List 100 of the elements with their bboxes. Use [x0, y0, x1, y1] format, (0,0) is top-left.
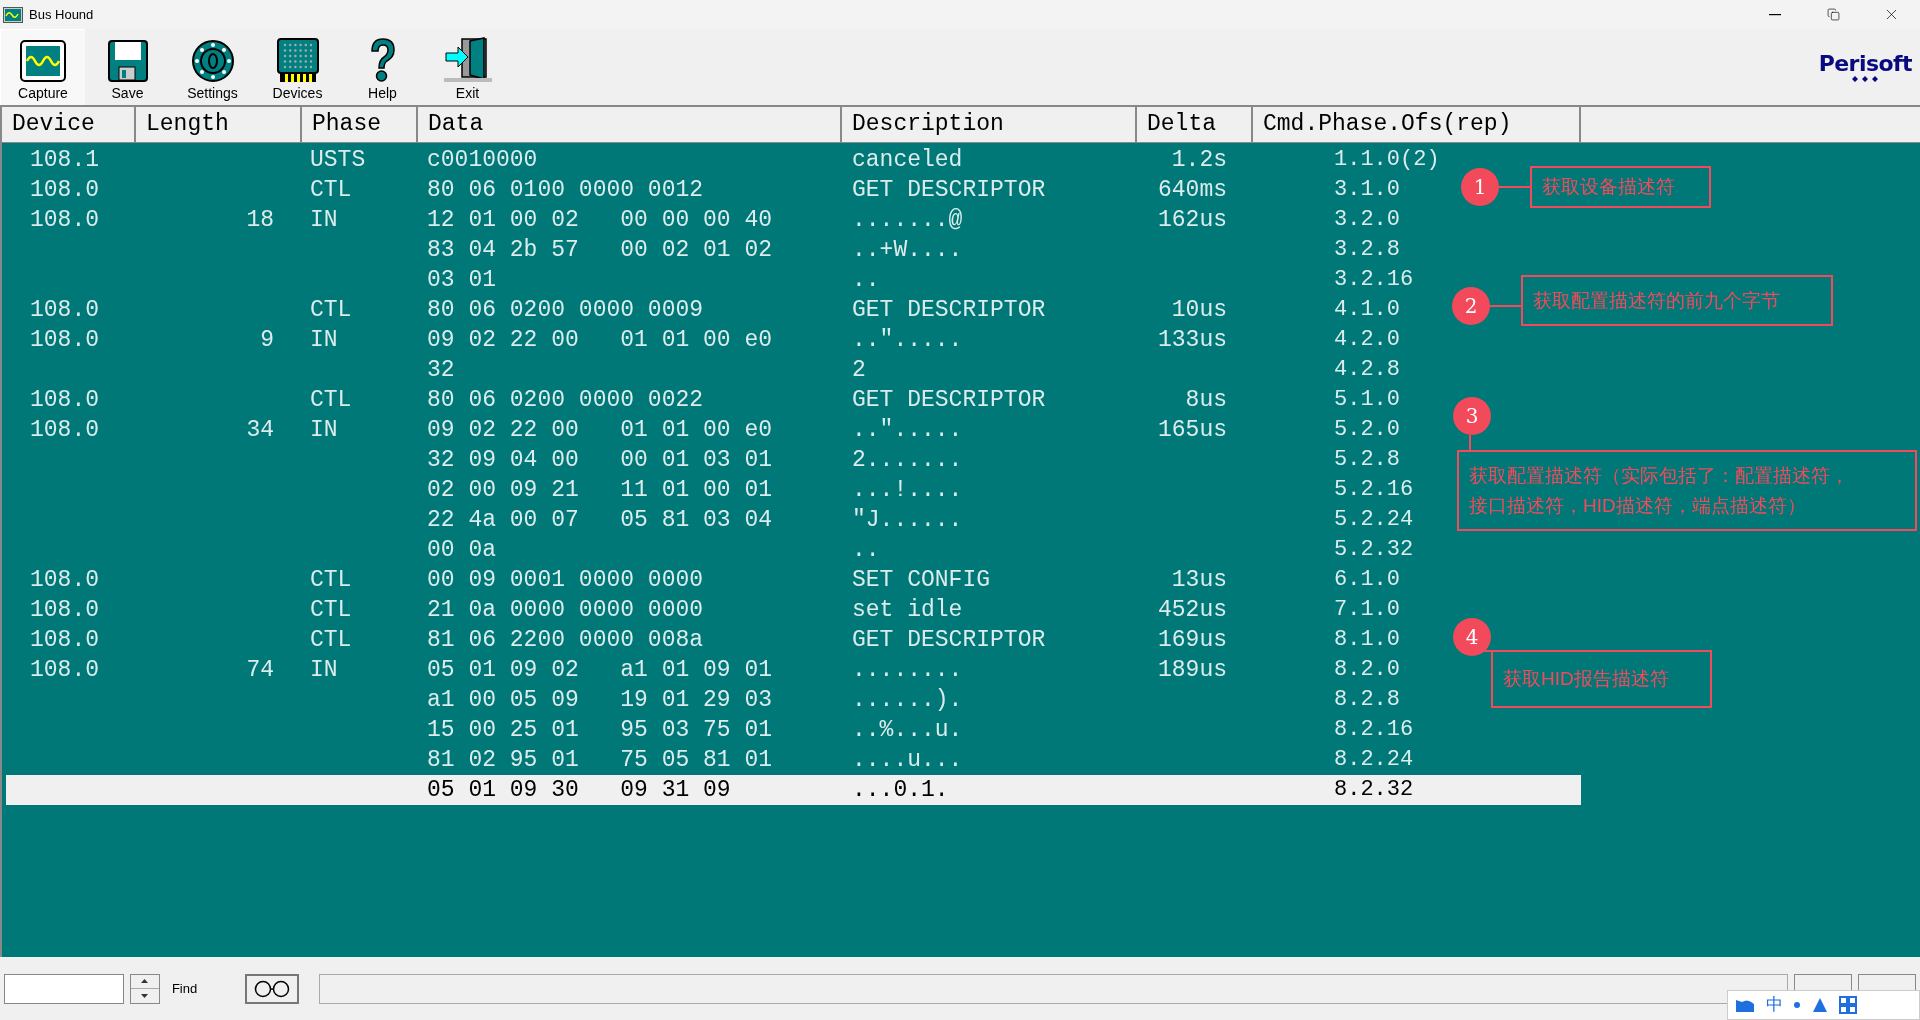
length-cell: 18: [246, 206, 274, 234]
find-field[interactable]: [4, 973, 124, 1004]
table-row[interactable]: 03 01 .. 3.2.16: [6, 265, 1446, 295]
description-cell: GET DESCRIPTOR: [852, 386, 1046, 414]
delta-cell: 169us: [1158, 626, 1227, 654]
command-phase-cell: 5.2.32: [1334, 536, 1414, 564]
delta-cell: 165us: [1158, 416, 1227, 444]
data-cell: 32: [427, 356, 455, 384]
table-row[interactable]: 32 09 04 00 00 01 03 01 2....... 5.2.8: [6, 445, 1446, 475]
table-row[interactable]: a1 00 05 09 19 01 29 03 ......). 8.2.8: [6, 685, 1446, 715]
data-cell: 83 04 2b 57 00 02 01 02: [427, 236, 773, 264]
length-cell: 74: [246, 656, 274, 684]
callout-label: 获取配置描述符的前九个字节: [1521, 275, 1833, 326]
data-cell: 03 01: [427, 266, 496, 294]
find-label: Find: [171, 979, 198, 998]
data-cell: 80 06 0200 0000 0022: [427, 386, 704, 414]
description-cell: GET DESCRIPTOR: [852, 176, 1046, 204]
description-cell: 2: [852, 356, 866, 384]
up-arrow-icon: [141, 979, 149, 984]
logo: Perisoft: [1818, 52, 1912, 76]
description-cell: canceled: [852, 146, 963, 174]
spinner-control[interactable]: [130, 973, 160, 1004]
description-cell: ..".....: [852, 416, 963, 444]
callout-number: 1: [1461, 168, 1499, 206]
table-row[interactable]: 108.0 34 IN 09 02 22 00 01 01 00 e0 .."..... 165us 5.2.0: [6, 415, 1446, 445]
phase-cell: CTL: [310, 626, 352, 654]
column-header[interactable]: Delta: [1137, 107, 1253, 142]
column-header[interactable]: Data: [418, 107, 842, 142]
toolbar-button[interactable]: Exit: [425, 29, 510, 105]
down-arrow-icon: [141, 993, 149, 998]
description-cell: ..: [852, 536, 880, 564]
selected-row[interactable]: 05 01 09 30 09 31 09 ...0.1. 8.2.32: [6, 775, 1581, 805]
command-phase-cell: 5.2.24: [1334, 506, 1414, 534]
phase-cell: IN: [310, 206, 338, 234]
delta-cell: 10us: [1171, 296, 1227, 324]
data-cell: 22 4a 00 07 05 81 03 04: [427, 506, 773, 534]
phase-cell: CTL: [310, 566, 352, 594]
callout-label: 获取配置描述符（实际包括了：配置描述符，接口描述符，HID描述符，端点描述符）: [1457, 450, 1917, 531]
device-cell: 108.0: [30, 626, 99, 654]
description-cell: ...0.1.: [852, 776, 949, 804]
ime-mode[interactable]: 中: [1766, 992, 1783, 1018]
table-row[interactable]: 15 00 25 01 95 03 75 01 ..%...u. 8.2.16: [6, 715, 1446, 745]
glasses-button[interactable]: [245, 973, 299, 1004]
column-header[interactable]: Description: [842, 107, 1137, 142]
table-row[interactable]: 108.0 CTL 80 06 0200 0000 0009 GET DESCRIPTOR 10us 4.1.0: [6, 295, 1446, 325]
device-cell: 108.0: [30, 416, 99, 444]
command-phase-cell: 4.2.8: [1334, 356, 1400, 384]
toolbar-button[interactable]: Devices: [255, 29, 340, 105]
exit-door-icon: [443, 37, 492, 83]
column-header[interactable]: Phase: [302, 107, 418, 142]
table-row[interactable]: 108.0 74 IN 05 01 09 02 a1 01 09 01 ........ 189us 8.2.0: [6, 655, 1446, 685]
window-title: Bus Hound: [29, 5, 94, 24]
leader-line: [1498, 186, 1531, 188]
table-row[interactable]: 108.0 CTL 81 06 2200 0000 008a GET DESCRIPTOR 169us 8.1.0: [6, 625, 1446, 655]
table-row[interactable]: 81 02 95 01 75 05 81 01 ....u... 8.2.24: [6, 745, 1446, 775]
column-header[interactable]: Length: [136, 107, 302, 142]
toolbar-button[interactable]: Capture: [0, 29, 85, 105]
table-row[interactable]: 83 04 2b 57 00 02 01 02 ..+W.... 3.2.8: [6, 235, 1446, 265]
table-row[interactable]: 108.0 CTL 21 0a 0000 0000 0000 set idle 452us 7.1.0: [6, 595, 1446, 625]
phase-cell: CTL: [310, 296, 352, 324]
app-icon: [3, 6, 23, 23]
command-phase-cell: 5.2.16: [1334, 476, 1414, 504]
description-cell: ......).: [852, 686, 963, 714]
delta-cell: 640ms: [1158, 176, 1227, 204]
table-row[interactable]: 32 2 4.2.8: [6, 355, 1446, 385]
table-row[interactable]: 22 4a 00 07 05 81 03 04 "J...... 5.2.24: [6, 505, 1446, 535]
data-cell: 05 01 09 02 a1 01 09 01: [427, 656, 773, 684]
grid-icon: [1839, 996, 1857, 1014]
toolbar-button[interactable]: Settings: [170, 29, 255, 105]
data-cell: 12 01 00 02 00 00 00 40: [427, 206, 773, 234]
command-phase-cell: 8.1.0: [1334, 626, 1400, 654]
minimize-icon: [1769, 13, 1781, 16]
table-row[interactable]: 108.0 CTL 00 09 0001 0000 0000 SET CONFIG 13us 6.1.0: [6, 565, 1446, 595]
column-header[interactable]: Cmd.Phase.Ofs(rep): [1253, 107, 1581, 142]
table-row[interactable]: 02 00 09 21 11 01 00 01 ...!.... 5.2.16: [6, 475, 1446, 505]
dial-icon: [190, 39, 235, 83]
table-row[interactable]: 108.0 CTL 80 06 0200 0000 0022 GET DESCRIPTOR 8us 5.1.0: [6, 385, 1446, 415]
table-row[interactable]: 00 0a .. 5.2.32: [6, 535, 1446, 565]
callout-number: 3: [1453, 397, 1491, 435]
data-cell: 80 06 0100 0000 0012: [427, 176, 704, 204]
toolbar-button[interactable]: Help: [340, 29, 425, 105]
description-cell: GET DESCRIPTOR: [852, 296, 1046, 324]
data-cell: 21 0a 0000 0000 0000: [427, 596, 704, 624]
table-row[interactable]: 108.0 CTL 80 06 0100 0000 0012 GET DESCRIPTOR 640ms 3.1.0: [6, 175, 1446, 205]
column-header[interactable]: Device: [2, 107, 136, 142]
table-row[interactable]: 108.1 USTS c0010000 canceled 1.2s 1.1.0(2): [6, 145, 1446, 175]
delta-cell: 452us: [1158, 596, 1227, 624]
command-phase-cell: 8.2.24: [1334, 746, 1414, 774]
delta-cell: 189us: [1158, 656, 1227, 684]
command-phase-cell: 6.1.0: [1334, 566, 1400, 594]
device-cell: 108.0: [30, 596, 99, 624]
glasses-icon: [253, 979, 292, 998]
toolbar-button[interactable]: Save: [85, 29, 170, 105]
data-cell: 15 00 25 01 95 03 75 01: [427, 716, 773, 744]
callout-number: 2: [1452, 287, 1490, 325]
delta-cell: 8us: [1185, 386, 1227, 414]
command-phase-cell: 3.1.0: [1334, 176, 1400, 204]
table-row[interactable]: 108.0 18 IN 12 01 00 02 00 00 00 40 .......@ 162us 3.2.0: [6, 205, 1446, 235]
table-row[interactable]: 108.0 9 IN 09 02 22 00 01 01 00 e0 .."..... 133us 4.2.0: [6, 325, 1446, 355]
data-cell: c0010000: [427, 146, 538, 174]
